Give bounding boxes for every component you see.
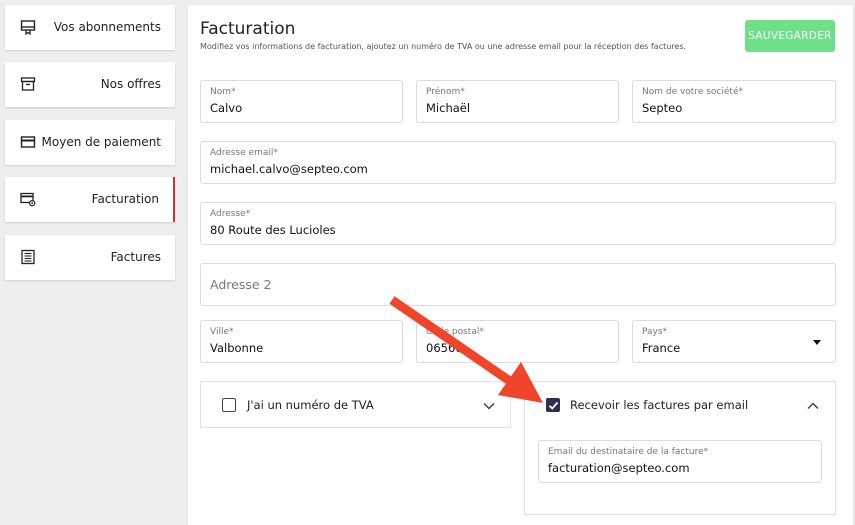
email-value: michael.calvo@septeo.com <box>210 162 368 176</box>
nom-label: Nom* <box>210 87 236 97</box>
pays-value: France <box>642 341 681 355</box>
tva-checkbox[interactable] <box>222 398 236 412</box>
email-invoices-section: Recevoir les factures par email Email du… <box>524 381 836 515</box>
ville-label: Ville* <box>210 327 234 337</box>
archive-icon <box>20 77 36 91</box>
sidebar-item-label: Facturation <box>91 192 159 206</box>
code-postal-value: 06560 <box>426 341 463 355</box>
recipient-email-value: facturation@septeo.com <box>548 461 690 475</box>
adresse-field[interactable]: Adresse* 80 Route des Lucioles <box>200 202 836 245</box>
billing-panel: Facturation Modifiez vos informations de… <box>188 5 853 525</box>
save-button[interactable]: SAUVEGARDER <box>745 20 835 52</box>
sidebar-item-label: Nos offres <box>100 77 161 91</box>
prenom-value: Michaël <box>426 101 471 115</box>
adresse2-placeholder: Adresse 2 <box>210 277 272 292</box>
sidebar-item-label: Vos abonnements <box>53 20 161 34</box>
sidebar: Vos abonnements Nos offres Moyen de paie… <box>0 0 180 523</box>
adresse2-field[interactable]: Adresse 2 <box>200 263 836 306</box>
email-field[interactable]: Adresse email* michael.calvo@septeo.com <box>200 141 836 184</box>
pays-label: Pays* <box>642 327 668 337</box>
tva-section[interactable]: J'ai un numéro de TVA <box>200 381 511 428</box>
subscription-icon <box>20 20 36 35</box>
check-icon <box>548 401 558 410</box>
caret-down-icon <box>813 340 821 345</box>
nom-field[interactable]: Nom* Calvo <box>200 80 403 123</box>
societe-label: Nom de votre société* <box>642 87 743 97</box>
sidebar-item-offres[interactable]: Nos offres <box>5 62 175 107</box>
page-subtitle: Modifiez vos informations de facturation… <box>200 42 687 51</box>
sidebar-item-facturation[interactable]: Facturation <box>5 177 175 222</box>
credit-card-icon <box>20 136 36 148</box>
recipient-email-label: Email du destinataire de la facture* <box>548 447 709 457</box>
billing-settings-icon <box>20 192 36 207</box>
pays-select[interactable]: Pays* France <box>632 320 836 363</box>
recipient-email-field[interactable]: Email du destinataire de la facture* fac… <box>538 440 822 483</box>
sidebar-item-label: Moyen de paiement <box>41 135 161 149</box>
societe-field[interactable]: Nom de votre société* Septeo <box>632 80 836 123</box>
code-postal-field[interactable]: Code postal* 06560 <box>416 320 619 363</box>
chevron-up-icon[interactable] <box>806 401 820 411</box>
chevron-down-icon[interactable] <box>482 401 496 411</box>
nom-value: Calvo <box>210 101 243 115</box>
sidebar-item-abonnements[interactable]: Vos abonnements <box>5 5 175 50</box>
sidebar-item-label: Factures <box>110 250 161 264</box>
prenom-label: Prénom* <box>426 87 465 97</box>
tva-label: J'ai un numéro de TVA <box>247 398 374 412</box>
adresse-value: 80 Route des Lucioles <box>210 223 336 237</box>
email-invoices-checkbox[interactable] <box>546 398 560 412</box>
email-label: Adresse email* <box>210 148 278 158</box>
prenom-field[interactable]: Prénom* Michaël <box>416 80 619 123</box>
code-postal-label: Code postal* <box>426 327 484 337</box>
page-title: Facturation <box>200 19 296 39</box>
adresse-label: Adresse* <box>210 209 251 219</box>
ville-field[interactable]: Ville* Valbonne <box>200 320 403 363</box>
societe-value: Septeo <box>642 101 683 115</box>
sidebar-item-paiement[interactable]: Moyen de paiement <box>5 120 175 165</box>
email-invoices-label: Recevoir les factures par email <box>570 398 749 412</box>
ville-value: Valbonne <box>210 341 264 355</box>
invoice-list-icon <box>21 249 35 265</box>
sidebar-item-factures[interactable]: Factures <box>5 235 175 280</box>
